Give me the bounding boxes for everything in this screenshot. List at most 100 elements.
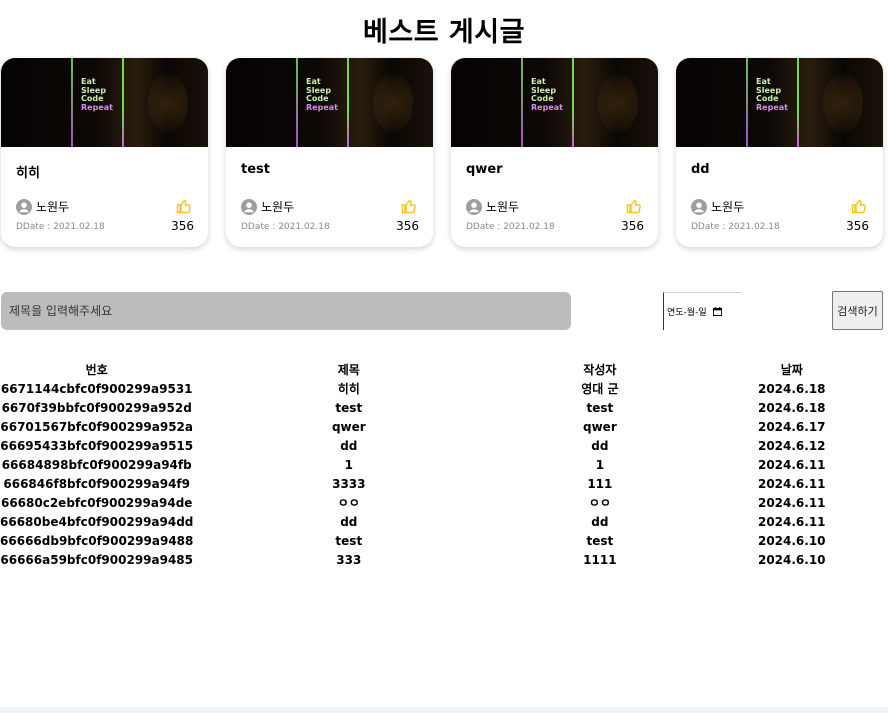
cell-id: 666846f8bfc0f900299a94f9 <box>3 476 191 491</box>
cell-title[interactable]: dd <box>193 436 504 455</box>
cell-id: 66680be4bfc0f900299a94dd <box>0 514 194 529</box>
card-author: 노원두 <box>241 198 294 215</box>
card-date: DDate : 2021.02.18 <box>691 222 780 232</box>
table-row[interactable]: 6670f39bbfc0f900299a952d test test 2024.6.1… <box>0 398 888 417</box>
user-avatar-icon <box>16 198 32 215</box>
neon-sign-image-text: Eat Sleep Code Repeat <box>81 77 113 112</box>
cell-id: 6671144cbfc0f900299a9531 <box>0 381 193 396</box>
cell-author: 111 <box>587 476 613 491</box>
cell-author: ㅇㅇ <box>588 496 611 510</box>
cell-id: 66701567bfc0f900299a952a <box>0 419 194 434</box>
cell-author: test <box>586 533 614 548</box>
table-row[interactable]: 66695433bfc0f900299a9515 dd dd 2024.6.12 <box>0 436 888 455</box>
card-image: Eat Sleep Code Repeat <box>451 58 658 147</box>
like-count: 356 <box>396 219 419 233</box>
cell-id: 6670f39bbfc0f900299a952d <box>1 400 192 415</box>
cell-title[interactable]: test <box>193 398 504 417</box>
cell-author: dd <box>591 438 609 453</box>
card-image: Eat Sleep Code Repeat <box>226 58 433 147</box>
card-title: dd <box>691 162 710 177</box>
author-name: 노원두 <box>711 200 745 214</box>
search-button[interactable]: 검색하기 <box>832 291 883 330</box>
card-image: Eat Sleep Code Repeat <box>676 58 883 147</box>
card-author: 노원두 <box>691 198 744 215</box>
title-search-input[interactable] <box>1 292 571 330</box>
thumbs-up-icon[interactable] <box>176 198 192 214</box>
cell-title[interactable]: 1 <box>193 455 504 474</box>
table-header-row: 번호 제목 작성자 날짜 <box>0 360 888 379</box>
cell-author: dd <box>591 514 609 529</box>
column-header-title: 제목 <box>337 363 360 377</box>
cell-id: 66666a59bfc0f900299a9485 <box>0 552 194 567</box>
cell-author: 1 <box>595 457 605 472</box>
like-count: 356 <box>846 219 869 233</box>
card-title: qwer <box>466 162 503 177</box>
author-name: 노원두 <box>486 200 520 214</box>
cell-date: 2024.6.11 <box>757 457 826 472</box>
page-title: 베스트 게시글 <box>363 17 525 48</box>
page-footer-strip <box>0 707 888 713</box>
thumbs-up-icon[interactable] <box>401 198 417 214</box>
calendar-icon[interactable] <box>712 307 722 316</box>
cell-title[interactable]: 333 <box>193 550 504 569</box>
cell-date: 2024.6.18 <box>757 381 826 396</box>
table-row[interactable]: 666846f8bfc0f900299a94f9 3333 111 2024.6.11 <box>0 474 888 493</box>
table-row[interactable]: 66680c2ebfc0f900299a94de ㅇㅇ ㅇㅇ 2024.6.11 <box>0 493 888 512</box>
cell-title[interactable]: qwer <box>193 417 504 436</box>
post-card[interactable]: Eat Sleep Code Repeat test 노원두 DDate : 2021… <box>226 58 433 247</box>
post-card[interactable]: Eat Sleep Code Repeat dd 노원두 DDate : 2021.0… <box>676 58 883 247</box>
user-avatar-icon <box>466 198 482 215</box>
thumbs-up-icon[interactable] <box>626 198 642 214</box>
column-header-date: 날짜 <box>780 363 803 377</box>
table-row[interactable]: 66666db9bfc0f900299a9488 test test 2024.6.1… <box>0 531 888 550</box>
neon-sign-image-text: Eat Sleep Code Repeat <box>531 77 563 112</box>
cell-id: 66684898bfc0f900299a94fb <box>1 457 192 472</box>
neon-sign-image-text: Eat Sleep Code Repeat <box>306 77 338 112</box>
column-header-author: 작성자 <box>583 363 617 377</box>
table-row[interactable]: 66666a59bfc0f900299a9485 333 1111 2024.6.10 <box>0 550 888 569</box>
cell-date: 2024.6.18 <box>757 400 826 415</box>
cell-date: 2024.6.10 <box>757 533 826 548</box>
user-avatar-icon <box>241 198 257 215</box>
thumbs-up-icon[interactable] <box>851 198 867 214</box>
card-date: DDate : 2021.02.18 <box>16 222 105 232</box>
cell-id: 66680c2ebfc0f900299a94de <box>0 495 193 510</box>
post-card[interactable]: Eat Sleep Code Repeat 히히 노원두 DDate : 2021.0… <box>1 58 208 247</box>
cell-author: 1111 <box>583 552 617 567</box>
author-name: 노원두 <box>261 200 295 214</box>
cell-title[interactable]: test <box>193 531 504 550</box>
cell-date: 2024.6.17 <box>757 419 826 434</box>
cell-title[interactable]: 히히 <box>193 379 504 398</box>
date-placeholder: 연도-월-일 <box>667 308 707 318</box>
like-count: 356 <box>171 219 194 233</box>
column-header-id: 번호 <box>85 363 108 377</box>
table-row[interactable]: 66680be4bfc0f900299a94dd dd dd 2024.6.11 <box>0 512 888 531</box>
post-card[interactable]: Eat Sleep Code Repeat qwer 노원두 DDate : 2021… <box>451 58 658 247</box>
card-author: 노원두 <box>466 198 519 215</box>
card-date: DDate : 2021.02.18 <box>466 222 555 232</box>
neon-sign-image-text: Eat Sleep Code Repeat <box>756 77 788 112</box>
cell-id: 66695433bfc0f900299a9515 <box>0 438 194 453</box>
cell-title[interactable]: 3333 <box>193 474 504 493</box>
user-avatar-icon <box>691 198 707 215</box>
card-image: Eat Sleep Code Repeat <box>1 58 208 147</box>
cell-title[interactable]: dd <box>193 512 504 531</box>
table-row[interactable]: 6671144cbfc0f900299a9531 히히 영대 군 2024.6.18 <box>0 379 888 398</box>
cell-date: 2024.6.10 <box>757 552 826 567</box>
cell-date: 2024.6.11 <box>757 495 826 510</box>
card-author: 노원두 <box>16 198 69 215</box>
cell-id: 66666db9bfc0f900299a9488 <box>0 533 194 548</box>
cell-author: 영대 군 <box>581 382 619 396</box>
card-title: test <box>241 162 270 177</box>
table-row[interactable]: 66701567bfc0f900299a952a qwer qwer 2024.6.1… <box>0 417 888 436</box>
cell-date: 2024.6.12 <box>757 438 826 453</box>
date-picker-input[interactable]: 연도-월-일 <box>663 292 741 330</box>
cell-author: qwer <box>583 419 617 434</box>
cell-title[interactable]: ㅇㅇ <box>193 493 504 512</box>
best-post-cards: Eat Sleep Code Repeat 히히 노원두 DDate : 2021.0… <box>0 58 888 248</box>
table-row[interactable]: 66684898bfc0f900299a94fb 1 1 2024.6.11 <box>0 455 888 474</box>
cell-date: 2024.6.11 <box>757 514 826 529</box>
cell-date: 2024.6.11 <box>757 476 826 491</box>
cell-author: test <box>586 400 614 415</box>
card-title: 히히 <box>16 166 40 181</box>
